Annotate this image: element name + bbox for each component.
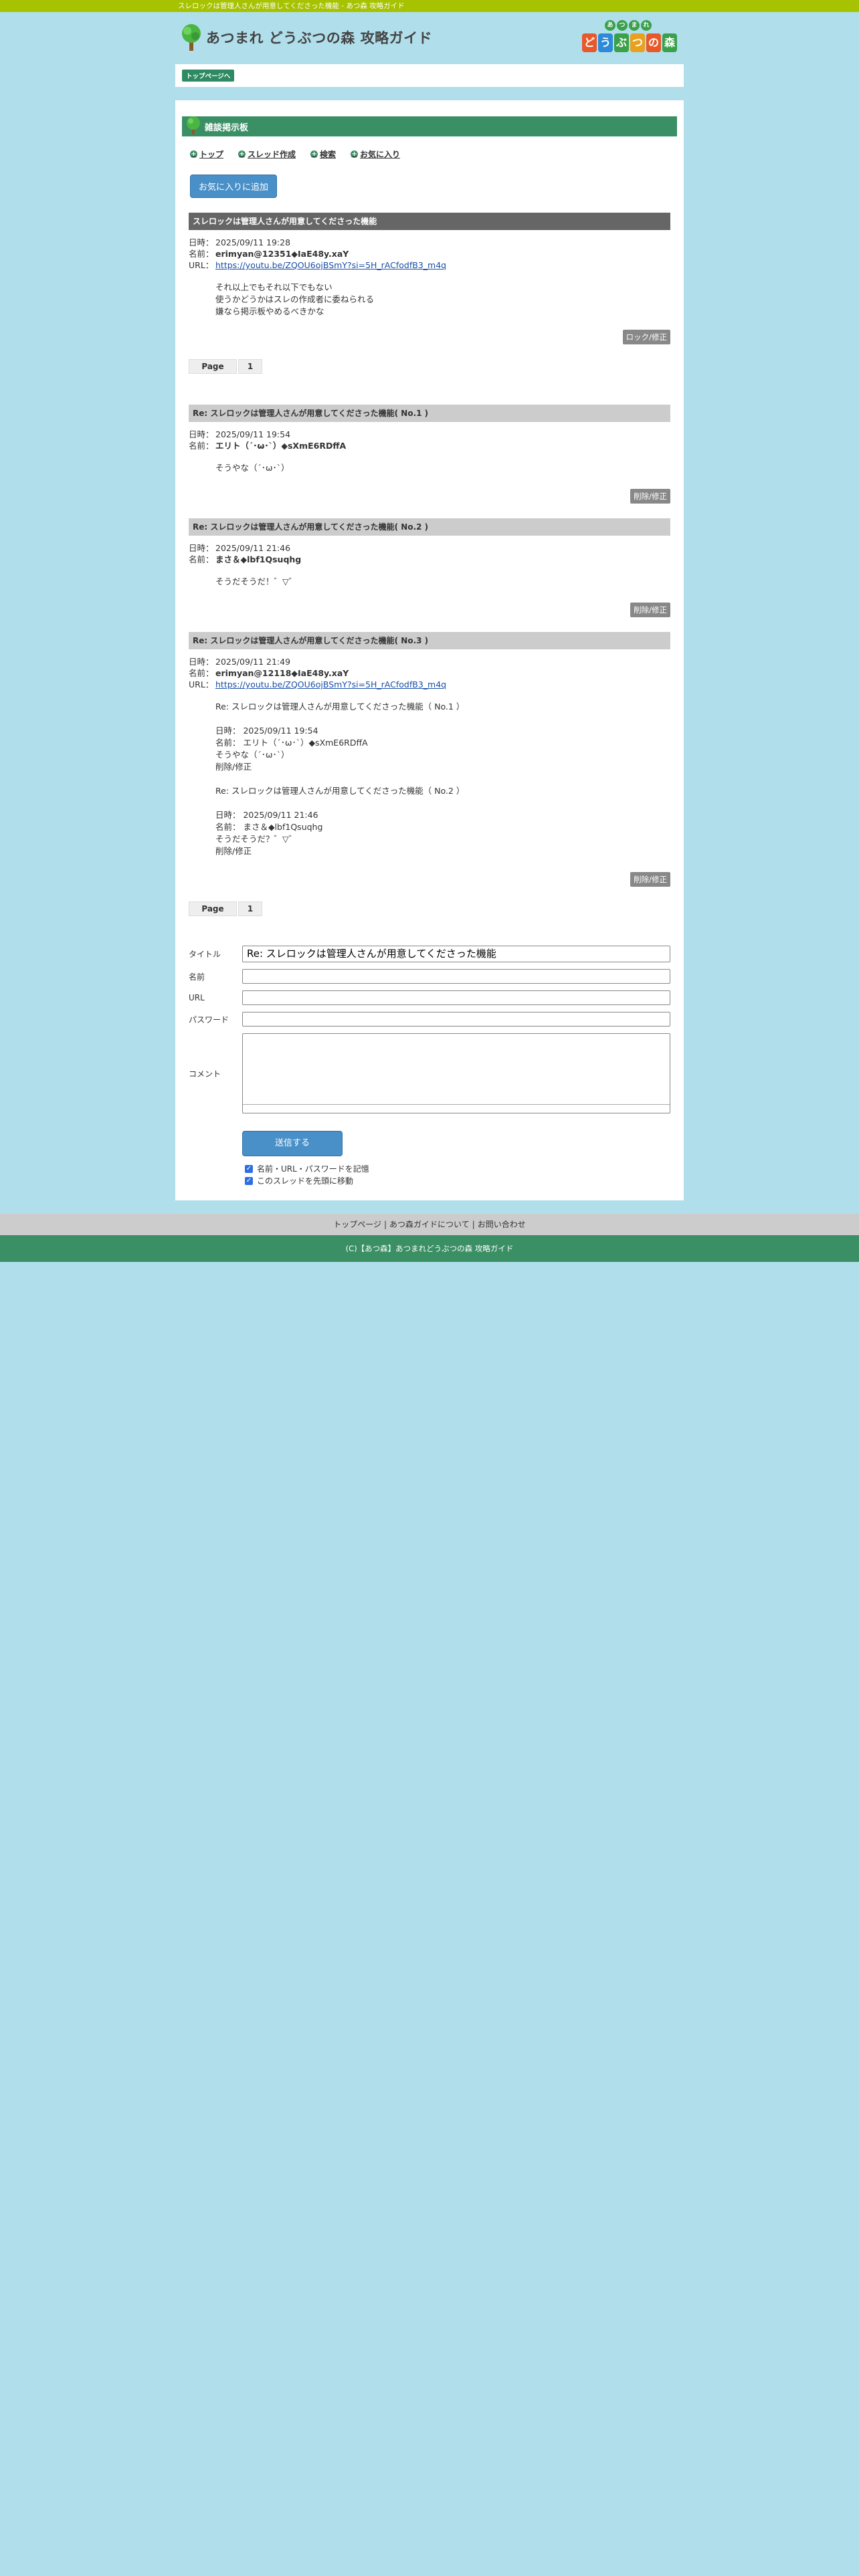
plus-icon: + xyxy=(310,150,318,158)
board-title: 雑談掲示板 xyxy=(205,122,249,133)
main-content: 雑談掲示板 + トップ + スレッド作成 + 検索 + お気に入り お気に入りに追加 ス… xyxy=(175,100,684,1200)
reply-date: 2025/09/11 19:54 xyxy=(215,429,291,439)
checkbox-checked-icon[interactable]: ✓ xyxy=(245,1165,253,1173)
plus-icon: + xyxy=(238,150,246,158)
reply-body: Re: スレロックは管理人さんが用意してくださった機能（ No.1 ） 日時： … xyxy=(215,702,465,856)
breadcrumb: トップページへ xyxy=(175,64,684,87)
logo-letter: つ xyxy=(617,20,628,31)
reply-body: そうやな（´･ω･`） xyxy=(215,463,290,473)
reply-title: Re: スレロックは管理人さんが用意してくださった機能( No.1 ) xyxy=(189,405,670,422)
reply-url-link[interactable]: https://youtu.be/ZQOU6ojBSmY?si=5H_rACfo… xyxy=(215,679,446,689)
plus-icon: + xyxy=(190,150,197,158)
logo-letter: ど xyxy=(582,33,597,52)
footer-link-about[interactable]: あつ森ガイドについて xyxy=(389,1220,470,1229)
logo-letter: れ xyxy=(641,20,652,31)
pager: Page 1 xyxy=(189,901,670,916)
post-meta: 日時： 2025/09/11 19:28 名前： erimyan@12351◆IaE… xyxy=(189,237,447,270)
reply-title: Re: スレロックは管理人さんが用意してくださった機能( No.2 ) xyxy=(189,518,670,536)
board-header: 雑談掲示板 xyxy=(182,116,677,136)
logo-letter: あ xyxy=(605,20,615,31)
logo-letter: ま xyxy=(629,20,640,31)
comment-textarea[interactable] xyxy=(242,1033,670,1113)
password-label: パスワード xyxy=(189,1014,229,1025)
reply-date: 2025/09/11 21:46 xyxy=(215,543,291,553)
reply-author: エリト（´･ω･`）◆sXmE6RDffA xyxy=(215,441,347,451)
site-title-link[interactable]: あつまれ どうぶつの森 攻略ガイド xyxy=(179,23,432,52)
plus-icon: + xyxy=(351,150,359,158)
add-favorite-button[interactable]: お気に入りに追加 xyxy=(190,175,278,198)
url-label: URL xyxy=(189,993,205,1002)
url-input[interactable] xyxy=(242,990,670,1005)
title-input[interactable]: Re: スレロックは管理人さんが用意してくださった機能 xyxy=(242,946,670,962)
delete-edit-button[interactable]: 削除/修正 xyxy=(630,603,670,617)
post-author: erimyan@12351◆IaE48y.xaY xyxy=(215,249,349,259)
post-body: それ以上でもそれ以下でもない 使うかどうかはスレの作成者に委ねられる 嫌なら掲示… xyxy=(215,282,375,316)
top-bar-text: スレロックは管理人さんが用意してくださった機能 - あつ森 攻略ガイド xyxy=(178,2,405,10)
reply-meta: 日時： 2025/09/11 19:54 名前： エリト（´･ω･`）◆sXmE6R… xyxy=(189,429,347,451)
nav-favorites[interactable]: + お気に入り xyxy=(351,148,400,160)
post-date: 2025/09/11 19:28 xyxy=(215,237,291,247)
checkbox-checked-icon[interactable]: ✓ xyxy=(245,1177,253,1185)
tree-icon xyxy=(185,116,202,134)
delete-edit-button[interactable]: 削除/修正 xyxy=(630,489,670,504)
site-title: あつまれ どうぶつの森 攻略ガイド xyxy=(206,30,433,46)
top-bar: スレロックは管理人さんが用意してくださった機能 - あつ森 攻略ガイド xyxy=(0,0,859,12)
reply-date: 2025/09/11 21:49 xyxy=(215,657,291,667)
comment-label: コメント xyxy=(189,1069,221,1079)
password-input[interactable] xyxy=(242,1012,670,1027)
reply-meta: 日時： 2025/09/11 21:46 名前： まさ＆◆lbf1Qsuqhg xyxy=(189,543,302,564)
tree-icon xyxy=(179,23,203,52)
delete-edit-button[interactable]: 削除/修正 xyxy=(630,872,670,887)
reply-author: まさ＆◆lbf1Qsuqhg xyxy=(215,554,302,564)
breadcrumb-top-link[interactable]: トップページへ xyxy=(182,70,235,82)
post-url-link[interactable]: https://youtu.be/ZQOU6ojBSmY?si=5H_rACfo… xyxy=(215,260,446,270)
pager-page-1[interactable]: 1 xyxy=(238,901,262,916)
name-input[interactable] xyxy=(242,969,670,984)
footer-copyright: (C)【あつ森】あつまれどうぶつの森 攻略ガイド xyxy=(0,1235,859,1262)
pager: Page 1 xyxy=(189,359,670,374)
nav-search[interactable]: + 検索 xyxy=(310,148,336,160)
logo-letter: う xyxy=(598,33,613,52)
reply-form: タイトル Re: スレロックは管理人さんが用意してくださった機能 名前 URL … xyxy=(189,946,670,1187)
lock-edit-button[interactable]: ロック/修正 xyxy=(622,330,670,344)
reply-author: erimyan@12118◆IaE48y.xaY xyxy=(215,668,349,678)
title-label: タイトル xyxy=(189,950,221,959)
footer-links: トップページ | あつ森ガイドについて | お問い合わせ xyxy=(0,1214,859,1235)
move-top-checkbox-row[interactable]: ✓ このスレッドを先頭に移動 xyxy=(245,1175,670,1187)
board-nav: + トップ + スレッド作成 + 検索 + お気に入り xyxy=(190,148,677,160)
nav-create-thread[interactable]: + スレッド作成 xyxy=(238,148,296,160)
submit-button[interactable]: 送信する xyxy=(242,1131,343,1156)
logo-letter: の xyxy=(646,33,661,52)
name-label: 名前 xyxy=(189,972,205,982)
reply-title: Re: スレロックは管理人さんが用意してくださった機能( No.3 ) xyxy=(189,632,670,649)
nav-top[interactable]: + トップ xyxy=(190,148,223,160)
logo-letter: 森 xyxy=(662,33,677,52)
remember-checkbox-row[interactable]: ✓ 名前・URL・パスワードを記憶 xyxy=(245,1163,670,1175)
site-header: あつまれ どうぶつの森 攻略ガイド あつまれ どうぶつの森 xyxy=(175,12,684,64)
reply-body: そうだそうだ！゛▽゛ xyxy=(215,576,298,586)
footer-link-contact[interactable]: お問い合わせ xyxy=(478,1220,526,1229)
logo-letter: つ xyxy=(630,33,645,52)
game-logo: あつまれ どうぶつの森 xyxy=(582,20,682,59)
logo-letter: ぶ xyxy=(614,33,629,52)
footer-link-top[interactable]: トップページ xyxy=(333,1220,381,1229)
pager-label: Page xyxy=(189,359,237,374)
thread-title: スレロックは管理人さんが用意してくださった機能 xyxy=(189,213,670,230)
pager-label: Page xyxy=(189,901,237,916)
reply-meta: 日時： 2025/09/11 21:49 名前： erimyan@12118◆IaE… xyxy=(189,657,447,689)
pager-page-1[interactable]: 1 xyxy=(238,359,262,374)
